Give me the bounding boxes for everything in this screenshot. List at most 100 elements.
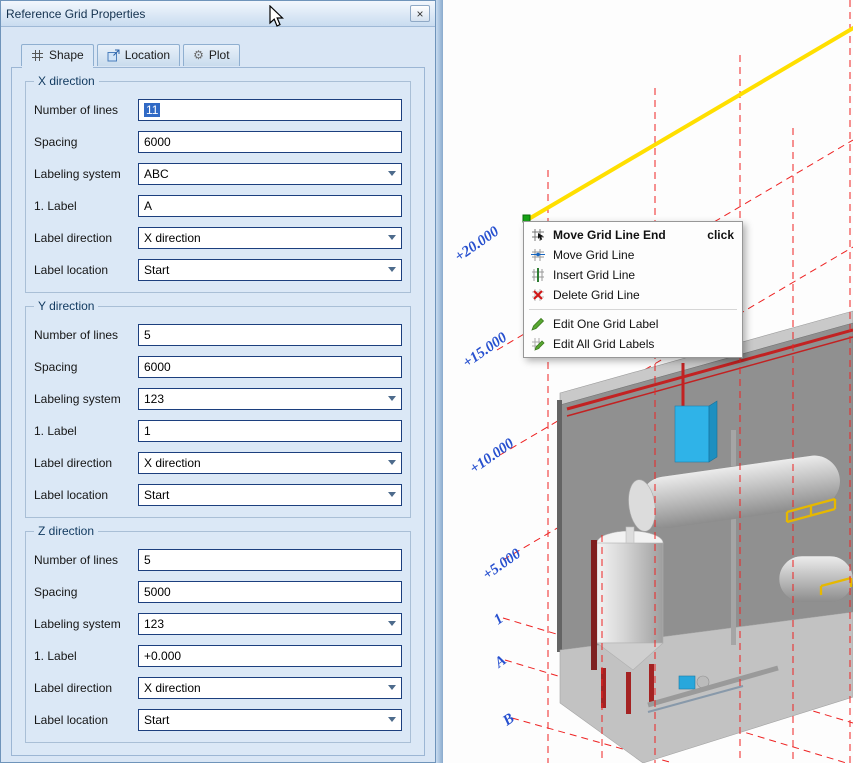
field-label: Number of lines [34, 103, 138, 117]
field-label: Label location [34, 713, 138, 727]
menu-item-delete-grid-line[interactable]: Delete Grid Line [524, 285, 742, 305]
z-direction-1-label-input[interactable]: +0.000 [138, 645, 402, 667]
reference-grid-properties-dialog: Reference Grid Properties × Shape Locati… [0, 0, 436, 763]
y-direction-label-direction-select[interactable]: X direction [138, 452, 402, 474]
field-row: 1. Label+0.000 [34, 640, 402, 672]
z-direction-label-direction-select[interactable]: X direction [138, 677, 402, 699]
group-title: Z direction [34, 524, 98, 538]
field-value: 123 [144, 617, 164, 631]
z-direction-labeling-system-select[interactable]: 123 [138, 613, 402, 635]
field-value: 11 [144, 103, 160, 117]
axis-label[interactable]: A [491, 652, 509, 671]
delete-grid-line-icon [529, 288, 547, 302]
tab-location[interactable]: Location [97, 44, 180, 66]
y-direction-label-location-select[interactable]: Start [138, 484, 402, 506]
z-direction-number-of-lines-input[interactable]: 5 [138, 549, 402, 571]
menu-item-move-grid-line[interactable]: Move Grid Line [524, 245, 742, 265]
y-direction-number-of-lines-input[interactable]: 5 [138, 324, 402, 346]
tab-plot[interactable]: ⚙ Plot [183, 44, 239, 66]
x-direction-1-label-input[interactable]: A [138, 195, 402, 217]
window-edge [436, 0, 443, 763]
menu-item-hint: click [707, 228, 734, 242]
elevation-label[interactable]: +15.000 [460, 329, 510, 371]
model-viewport[interactable]: +20.000 +15.000 +10.000 +5.000 1 A B [443, 0, 853, 763]
field-row: 1. Label 1 [34, 415, 402, 447]
x-direction-label-location-select[interactable]: Start [138, 259, 402, 281]
field-row: Label location Start [34, 254, 402, 286]
field-value: ABC [144, 167, 169, 181]
x-direction-group: X directionNumber of lines11Spacing6000L… [25, 81, 411, 293]
x-direction-spacing-input[interactable]: 6000 [138, 131, 402, 153]
mouse-cursor [269, 5, 289, 29]
grid-labels[interactable]: +20.000 +15.000 +10.000 +5.000 1 A B [452, 223, 524, 730]
field-label: Spacing [34, 360, 138, 374]
plot-gear-icon: ⚙ [193, 48, 204, 62]
chevron-down-icon [388, 460, 396, 469]
field-value: Start [144, 488, 169, 502]
field-label: Spacing [34, 585, 138, 599]
tab-shape[interactable]: Shape [21, 44, 94, 66]
axis-label[interactable]: B [499, 710, 517, 729]
field-value: 5 [144, 328, 151, 342]
field-value: X direction [144, 231, 201, 245]
chevron-down-icon [388, 396, 396, 405]
field-value: 5000 [144, 585, 171, 599]
menu-separator [529, 309, 737, 310]
edit-all-grid-labels-icon [529, 337, 547, 351]
axis-label[interactable]: 1 [491, 611, 506, 628]
plant-model [557, 311, 853, 763]
selected-grid-line[interactable] [523, 27, 853, 222]
y-direction-1-label-input[interactable]: 1 [138, 420, 402, 442]
chevron-down-icon [388, 717, 396, 726]
field-row: Spacing 5000 [34, 576, 402, 608]
z-direction-group: Z directionNumber of lines5Spacing5000La… [25, 531, 411, 743]
y-direction-labeling-system-select[interactable]: 123 [138, 388, 402, 410]
tab-label: Location [125, 48, 170, 62]
chevron-down-icon [388, 621, 396, 630]
elevation-label[interactable]: +5.000 [480, 546, 524, 584]
field-value: Start [144, 713, 169, 727]
menu-item-insert-grid-line[interactable]: Insert Grid Line [524, 265, 742, 285]
elevation-label[interactable]: +20.000 [452, 223, 502, 265]
field-label: Label direction [34, 456, 138, 470]
field-label: 1. Label [34, 199, 138, 213]
dialog-body: X directionNumber of lines11Spacing6000L… [11, 67, 425, 756]
field-label: 1. Label [34, 424, 138, 438]
y-direction-spacing-input[interactable]: 6000 [138, 356, 402, 378]
field-value: Start [144, 263, 169, 277]
close-button[interactable]: × [410, 5, 430, 22]
z-direction-label-location-select[interactable]: Start [138, 709, 402, 731]
tab-label: Plot [209, 48, 230, 62]
move-grid-line-end-icon [529, 228, 547, 242]
menu-item-edit-one-grid-label[interactable]: Edit One Grid Label [524, 314, 742, 334]
menu-item-move-grid-line-end[interactable]: Move Grid Line End click [524, 225, 742, 245]
application-window: Reference Grid Properties × Shape Locati… [0, 0, 853, 763]
dialog-titlebar[interactable]: Reference Grid Properties × [1, 1, 435, 27]
field-row: Labeling systemABC [34, 158, 402, 190]
chevron-down-icon [388, 171, 396, 180]
chevron-down-icon [388, 685, 396, 694]
field-row: Labeling system123 [34, 383, 402, 415]
x-direction-number-of-lines-input[interactable]: 11 [138, 99, 402, 121]
field-label: Label direction [34, 231, 138, 245]
group-title: Y direction [34, 299, 98, 313]
elevation-label[interactable]: +10.000 [467, 435, 517, 477]
x-direction-labeling-system-select[interactable]: ABC [138, 163, 402, 185]
field-value: 1 [144, 424, 151, 438]
menu-item-edit-all-grid-labels[interactable]: Edit All Grid Labels [524, 334, 742, 354]
field-row: 1. LabelA [34, 190, 402, 222]
insert-grid-line-icon [529, 268, 547, 282]
menu-item-label: Edit All Grid Labels [553, 337, 654, 351]
tab-bar: Shape Location ⚙ Plot [21, 44, 240, 66]
field-row: Label directionX direction [34, 672, 402, 704]
z-direction-spacing-input[interactable]: 5000 [138, 581, 402, 603]
field-row: Label locationStart [34, 479, 402, 511]
context-menu: Move Grid Line End click Move Grid Line … [523, 221, 743, 358]
menu-item-label: Move Grid Line End [553, 228, 666, 242]
location-icon [107, 49, 120, 62]
x-direction-label-direction-select[interactable]: X direction [138, 227, 402, 249]
group-title: X direction [34, 74, 99, 88]
field-label: Label location [34, 263, 138, 277]
field-value: X direction [144, 456, 201, 470]
field-label: Labeling system [34, 392, 138, 406]
